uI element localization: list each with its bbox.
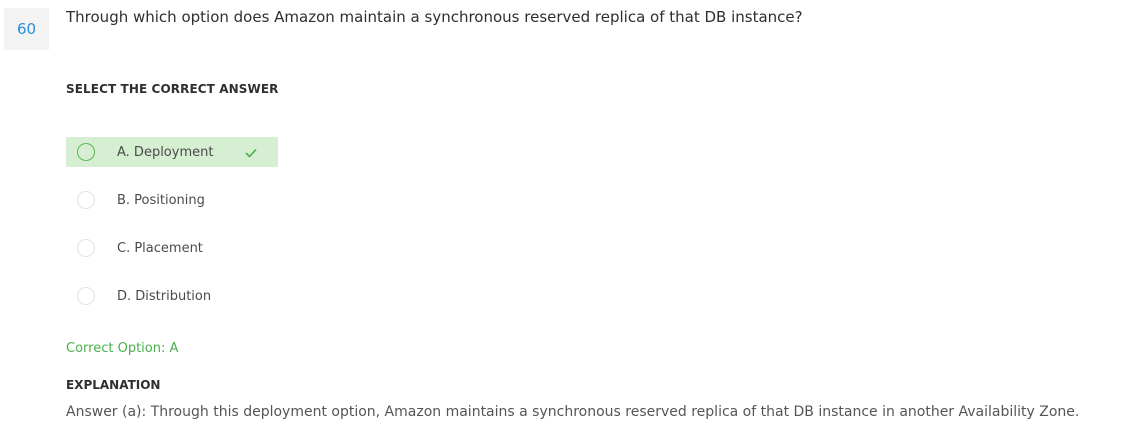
select-answer-heading: SELECT THE CORRECT ANSWER xyxy=(66,82,279,96)
radio-option-b[interactable] xyxy=(77,191,95,209)
option-b[interactable]: B. Positioning xyxy=(66,185,278,215)
question-text: Through which option does Amazon maintai… xyxy=(66,8,803,26)
radio-option-a[interactable] xyxy=(77,143,95,161)
explanation-text: Answer (a): Through this deployment opti… xyxy=(66,404,1080,420)
option-b-label: B. Positioning xyxy=(117,192,205,208)
correct-option-text: Correct Option: A xyxy=(66,341,179,356)
option-c[interactable]: C. Placement xyxy=(66,233,278,263)
explanation-heading: EXPLANATION xyxy=(66,378,161,392)
radio-option-c[interactable] xyxy=(77,239,95,257)
radio-option-d[interactable] xyxy=(77,287,95,305)
checkmark-icon xyxy=(245,148,257,158)
option-d-label: D. Distribution xyxy=(117,288,212,304)
option-c-label: C. Placement xyxy=(117,240,203,256)
option-a-label: A. Deployment xyxy=(117,144,214,160)
option-d[interactable]: D. Distribution xyxy=(66,281,278,311)
option-a[interactable]: A. Deployment xyxy=(66,137,278,167)
question-number: 60 xyxy=(4,8,49,50)
